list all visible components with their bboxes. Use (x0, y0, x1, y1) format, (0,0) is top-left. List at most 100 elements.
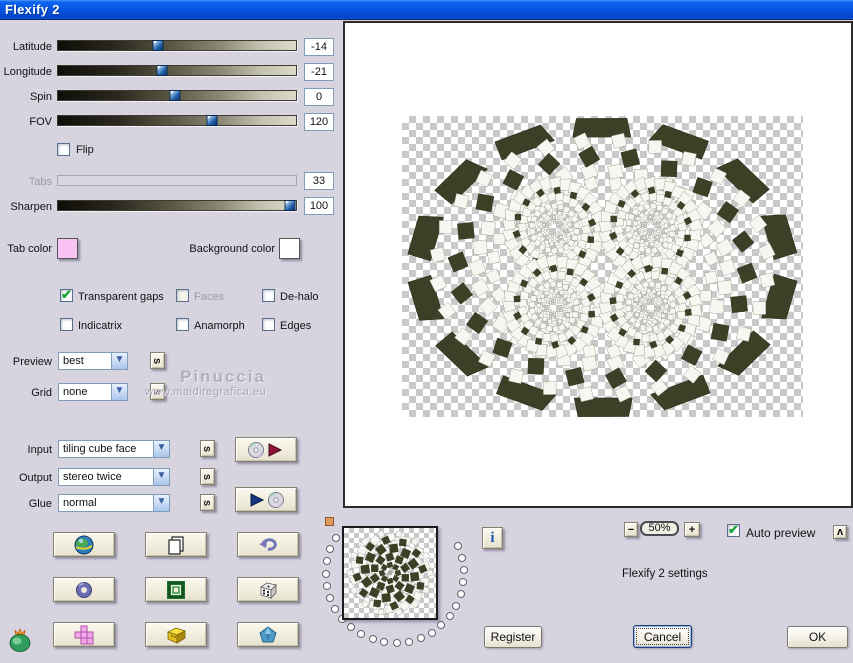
info-icon: i (490, 529, 495, 546)
gem-button[interactable] (237, 622, 299, 647)
anamorph-checkbox[interactable] (176, 318, 189, 331)
preset-dot[interactable] (326, 593, 335, 602)
play-cd-icon (250, 491, 284, 508)
preset-dot[interactable] (323, 557, 332, 566)
copy-pages-icon (168, 535, 184, 555)
box-button[interactable] (145, 622, 207, 647)
unfolded-cube-icon (74, 625, 94, 644)
glue-s-button[interactable]: s (200, 494, 215, 511)
auto-preview-checkbox[interactable]: ✔ (727, 522, 740, 537)
zoom-in-button[interactable]: + (684, 522, 700, 537)
preset-dot[interactable] (331, 534, 340, 543)
dehalo-label: De-halo (280, 291, 319, 303)
indicatrix-checkbox[interactable] (60, 318, 73, 331)
chevron-down-icon[interactable]: ▼ (111, 353, 127, 369)
preset-dot[interactable] (357, 630, 366, 639)
preset-dot[interactable] (392, 638, 401, 647)
output-select[interactable]: stereo twice ▼ (58, 468, 170, 486)
grid-select[interactable]: none ▼ (58, 383, 128, 401)
tab-color-swatch[interactable] (57, 238, 78, 259)
grid-select-value: none (63, 386, 88, 398)
latitude-slider[interactable] (57, 40, 297, 51)
fov-slider-thumb[interactable] (206, 115, 217, 126)
zoom-level: 50% (640, 521, 679, 536)
collapse-button[interactable]: ʌ (833, 525, 847, 539)
dice-button[interactable] (237, 577, 299, 602)
preset-dot[interactable] (323, 581, 331, 590)
proof-thumbnail[interactable] (342, 526, 438, 620)
zoom-out-button[interactable]: − (624, 522, 638, 537)
latitude-slider-thumb[interactable] (152, 40, 164, 51)
preset-dot[interactable] (347, 623, 356, 632)
transparent-gaps-checkbox[interactable]: ✔ (60, 287, 73, 302)
input-select-value: tiling cube face (63, 443, 137, 455)
sharpen-label: Sharpen (10, 201, 52, 213)
preset-dot[interactable] (416, 634, 425, 643)
title-bar[interactable]: Flexify 2 (0, 0, 853, 20)
preset-dot[interactable] (331, 604, 340, 613)
preset-dot[interactable] (456, 590, 465, 599)
play-disc-button[interactable] (235, 487, 297, 512)
chevron-down-icon[interactable]: ▼ (153, 441, 169, 457)
edges-checkbox[interactable] (262, 318, 275, 331)
frame-button[interactable] (145, 577, 207, 602)
preset-dot[interactable] (322, 569, 330, 578)
yellow-box-icon (166, 627, 187, 644)
preset-marker[interactable] (325, 517, 334, 526)
preview-s-button[interactable]: s (150, 352, 165, 369)
input-s-button[interactable]: s (200, 440, 215, 457)
sharpen-value[interactable]: 100 (304, 197, 334, 215)
preset-dot[interactable] (380, 638, 389, 647)
torus-button[interactable] (53, 577, 115, 602)
preset-dot[interactable] (326, 545, 335, 554)
spin-value[interactable]: 0 (304, 88, 334, 106)
edges-label: Edges (280, 320, 312, 332)
preset-dot[interactable] (459, 566, 468, 575)
chevron-down-icon[interactable]: ▼ (153, 469, 169, 485)
unfold-cross-button[interactable] (53, 622, 115, 647)
undo-arrow-icon (259, 537, 277, 551)
register-button[interactable]: Register (484, 626, 542, 648)
doily-pattern (407, 118, 798, 417)
glue-select[interactable]: normal ▼ (58, 494, 170, 512)
preset-dot[interactable] (458, 554, 467, 562)
latitude-value[interactable]: -14 (304, 38, 334, 56)
globe-button[interactable] (53, 532, 115, 557)
chevron-down-icon[interactable]: ▼ (153, 495, 169, 511)
spin-slider-thumb[interactable] (169, 90, 181, 101)
undo-button[interactable] (237, 532, 299, 557)
longitude-slider-thumb[interactable] (156, 65, 168, 76)
preset-dot[interactable] (445, 612, 454, 621)
fov-value[interactable]: 120 (304, 113, 334, 131)
preset-dot[interactable] (368, 635, 377, 644)
grid-select-label: Grid (31, 387, 52, 399)
spin-slider[interactable] (57, 90, 297, 101)
sharpen-slider-thumb[interactable] (284, 200, 296, 211)
transparent-gaps-label: Transparent gaps (78, 291, 164, 303)
preset-dot[interactable] (437, 621, 446, 630)
flip-checkbox[interactable] (57, 143, 70, 156)
preview-select[interactable]: best ▼ (58, 352, 128, 370)
fov-slider[interactable] (57, 115, 297, 126)
output-s-button[interactable]: s (200, 468, 215, 485)
copy-button[interactable] (145, 532, 207, 557)
preset-dot[interactable] (454, 542, 463, 551)
preset-dot[interactable] (427, 628, 436, 637)
longitude-value[interactable]: -21 (304, 63, 334, 81)
dice-icon (260, 582, 277, 599)
ok-button[interactable]: OK (787, 626, 848, 648)
preset-dot[interactable] (404, 637, 413, 646)
sharpen-slider[interactable] (57, 200, 297, 211)
longitude-slider[interactable] (57, 65, 297, 76)
disc-play-button[interactable] (235, 437, 297, 462)
chevron-down-icon[interactable]: ▼ (111, 384, 127, 400)
dehalo-checkbox[interactable] (262, 289, 275, 302)
cd-play-icon (248, 441, 283, 458)
cancel-button[interactable]: Cancel (633, 625, 692, 648)
tabs-value[interactable]: 33 (304, 172, 334, 190)
info-button[interactable]: i (482, 527, 503, 549)
input-select[interactable]: tiling cube face ▼ (58, 440, 170, 458)
background-color-swatch[interactable] (279, 238, 300, 259)
preset-dot[interactable] (452, 601, 461, 610)
preset-dot[interactable] (459, 578, 468, 587)
